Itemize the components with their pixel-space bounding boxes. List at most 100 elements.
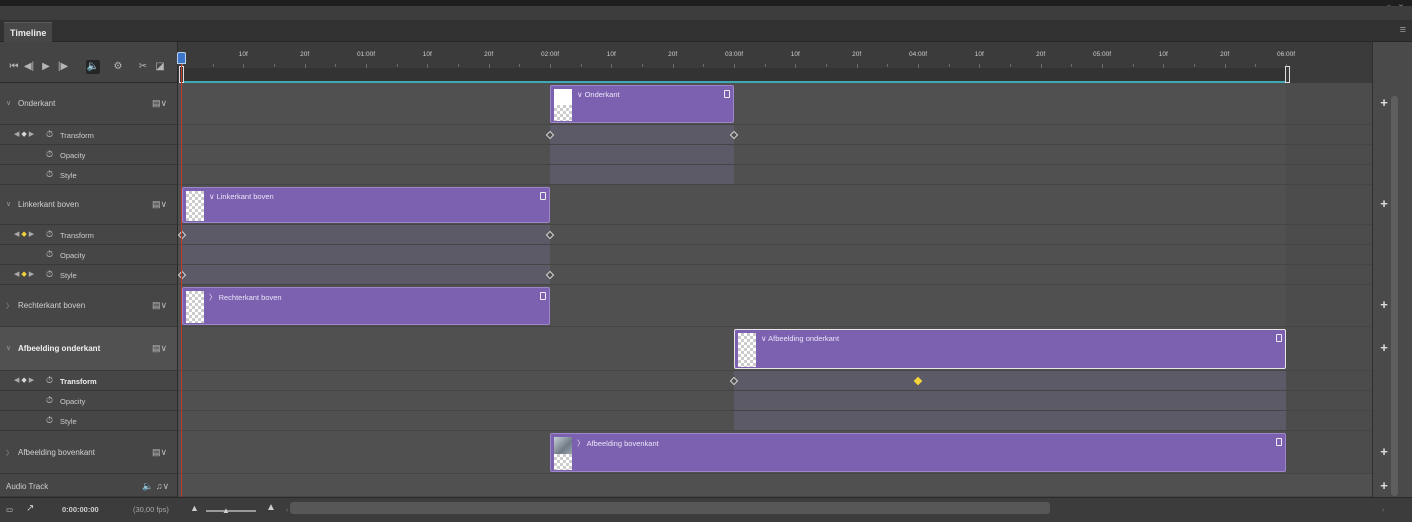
scroll-left-icon[interactable]: ‹ bbox=[286, 505, 289, 514]
track-expand-chevron[interactable]: ∨ bbox=[6, 344, 11, 352]
property-name: Opacity bbox=[60, 397, 86, 406]
tab-timeline[interactable]: Timeline bbox=[4, 22, 53, 42]
add-media-button[interactable]: + bbox=[1376, 95, 1392, 110]
horizontal-scrollbar[interactable] bbox=[290, 502, 1050, 514]
property-header: ⏱ Opacity bbox=[0, 245, 178, 265]
lane-tail bbox=[1286, 225, 1372, 244]
zoom-slider-handle[interactable]: ▲ bbox=[222, 506, 230, 515]
add-keyframe-icon[interactable]: ◆ bbox=[21, 377, 28, 384]
stopwatch-icon[interactable]: ⏱ bbox=[46, 395, 53, 406]
clip-end-handle[interactable] bbox=[1276, 438, 1282, 446]
transparency-checker bbox=[186, 191, 204, 221]
stopwatch-icon[interactable]: ⏱ bbox=[46, 129, 53, 140]
scroll-right-icon[interactable]: › bbox=[1382, 505, 1385, 514]
settings-gear-icon[interactable]: ⚙ bbox=[112, 60, 124, 74]
stopwatch-icon[interactable]: ⏱ bbox=[46, 229, 53, 240]
property-header: ⏱ Opacity bbox=[0, 391, 178, 411]
add-media-button[interactable]: + bbox=[1376, 340, 1392, 355]
clip-thumbnail bbox=[554, 89, 572, 121]
stopwatch-icon[interactable]: ⏱ bbox=[46, 169, 53, 180]
next-frame-icon[interactable]: |▶ bbox=[56, 60, 70, 74]
panel-menu-icon[interactable]: ≡ bbox=[1400, 24, 1406, 36]
clip-end-handle[interactable] bbox=[724, 90, 730, 98]
filmstrip-icon[interactable]: ▤∨ bbox=[152, 199, 167, 210]
add-keyframe-icon[interactable]: ◆ bbox=[21, 271, 28, 278]
track-expand-chevron[interactable]: ∨ bbox=[6, 99, 11, 107]
add-audio-button[interactable]: + bbox=[1376, 478, 1392, 493]
zoom-out-icon[interactable]: ▲ bbox=[190, 503, 199, 513]
go-to-first-frame-icon[interactable]: ⏮ bbox=[8, 60, 20, 74]
stopwatch-icon[interactable]: ⏱ bbox=[46, 415, 53, 426]
layer-clip[interactable]: 〉 Rechterkant boven bbox=[182, 287, 550, 325]
previous-frame-icon[interactable]: ◀| bbox=[22, 60, 36, 74]
track-name: Afbeelding onderkant bbox=[18, 344, 101, 353]
clip-span-band bbox=[550, 165, 734, 184]
next-keyframe-icon[interactable]: ▶ bbox=[29, 231, 36, 238]
stopwatch-icon[interactable]: ⏱ bbox=[46, 249, 53, 260]
zoom-in-icon[interactable]: ▲ bbox=[266, 502, 276, 513]
clip-end-handle[interactable] bbox=[540, 292, 546, 300]
layer-clip[interactable]: ∨ Afbeelding onderkant bbox=[734, 329, 1286, 369]
lane-tail bbox=[1286, 145, 1372, 164]
zoom-slider[interactable] bbox=[206, 510, 256, 512]
ruler-label: 10f bbox=[790, 51, 800, 58]
filmstrip-icon[interactable]: ▤∨ bbox=[152, 300, 167, 311]
track-expand-chevron[interactable]: 〉 bbox=[6, 448, 13, 458]
property-row: ⏱ Style bbox=[0, 165, 1372, 185]
split-scissors-icon[interactable]: ✂ bbox=[136, 60, 150, 74]
ruler-tick bbox=[1071, 64, 1073, 67]
track-expand-chevron[interactable]: 〉 bbox=[6, 301, 13, 311]
clip-end-handle[interactable] bbox=[540, 192, 546, 200]
ruler-label: 10f bbox=[422, 51, 432, 58]
clip-span-band bbox=[182, 245, 550, 264]
track-header[interactable]: 〉 Rechterkant boven ▤∨ bbox=[0, 285, 178, 327]
ruler-tick bbox=[212, 64, 214, 67]
transition-icon[interactable]: ◪ bbox=[154, 60, 166, 74]
property-lane bbox=[178, 411, 1372, 431]
render-video-icon[interactable]: ▭ bbox=[6, 505, 13, 514]
track-expand-chevron[interactable]: ∨ bbox=[6, 200, 11, 208]
convert-frame-animation-icon[interactable]: ↗ bbox=[26, 503, 34, 514]
track-header[interactable]: 〉 Afbeelding bovenkant ▤∨ bbox=[0, 431, 178, 474]
stopwatch-icon[interactable]: ⏱ bbox=[46, 269, 53, 280]
property-lane bbox=[178, 145, 1372, 165]
audio-controls-icon[interactable]: 🔈 ♫∨ bbox=[142, 481, 169, 492]
layer-clip[interactable]: 〉 Afbeelding bovenkant bbox=[550, 433, 1286, 472]
add-keyframe-icon[interactable]: ◆ bbox=[21, 131, 28, 138]
track-lane: ∨ Linkerkant boven bbox=[178, 185, 1372, 225]
filmstrip-icon[interactable]: ▤∨ bbox=[152, 343, 167, 354]
lane-tail bbox=[1286, 371, 1372, 390]
add-media-button[interactable]: + bbox=[1376, 444, 1392, 459]
property-row: ◀◆▶ ⏱ Style bbox=[0, 265, 1372, 285]
add-media-button[interactable]: + bbox=[1376, 297, 1392, 312]
timeline-app: « x Timeline ≡ ⏮◀|▶|▶🔈⚙✂◪ 10f20f01:00f10… bbox=[0, 0, 1412, 522]
next-keyframe-icon[interactable]: ▶ bbox=[29, 131, 36, 138]
layer-clip[interactable]: ∨ Onderkant bbox=[550, 85, 734, 123]
play-icon[interactable]: ▶ bbox=[40, 60, 52, 74]
track-header[interactable]: ∨ Linkerkant boven ▤∨ bbox=[0, 185, 178, 225]
vertical-scrollbar[interactable] bbox=[1391, 96, 1398, 496]
clip-name: 〉 Afbeelding bovenkant bbox=[577, 439, 659, 448]
stopwatch-icon[interactable]: ⏱ bbox=[46, 149, 53, 160]
work-area-end-handle[interactable] bbox=[1285, 66, 1290, 83]
filmstrip-icon[interactable]: ▤∨ bbox=[152, 447, 167, 458]
mute-audio-icon[interactable]: 🔈 bbox=[86, 60, 100, 74]
playhead-handle[interactable] bbox=[177, 52, 186, 64]
track-header[interactable]: ∨ Onderkant ▤∨ bbox=[0, 83, 178, 125]
add-keyframe-icon[interactable]: ◆ bbox=[21, 231, 28, 238]
image-preview bbox=[554, 437, 572, 455]
track-lane: ∨ Onderkant bbox=[178, 83, 1372, 125]
clip-end-handle[interactable] bbox=[1276, 334, 1282, 342]
clip-span-band bbox=[550, 125, 734, 144]
property-row: ⏱ Style bbox=[0, 411, 1372, 431]
property-header: ◀◆▶ ⏱ Transform bbox=[0, 225, 178, 245]
stopwatch-icon[interactable]: ⏱ bbox=[46, 375, 53, 386]
filmstrip-icon[interactable]: ▤∨ bbox=[152, 98, 167, 109]
layer-clip[interactable]: ∨ Linkerkant boven bbox=[182, 187, 550, 223]
track-header[interactable]: ∨ Afbeelding onderkant ▤∨ bbox=[0, 327, 178, 371]
transparency-checker bbox=[554, 454, 572, 470]
next-keyframe-icon[interactable]: ▶ bbox=[29, 377, 36, 384]
next-keyframe-icon[interactable]: ▶ bbox=[29, 271, 36, 278]
track-name: Onderkant bbox=[18, 99, 56, 108]
add-media-button[interactable]: + bbox=[1376, 196, 1392, 211]
